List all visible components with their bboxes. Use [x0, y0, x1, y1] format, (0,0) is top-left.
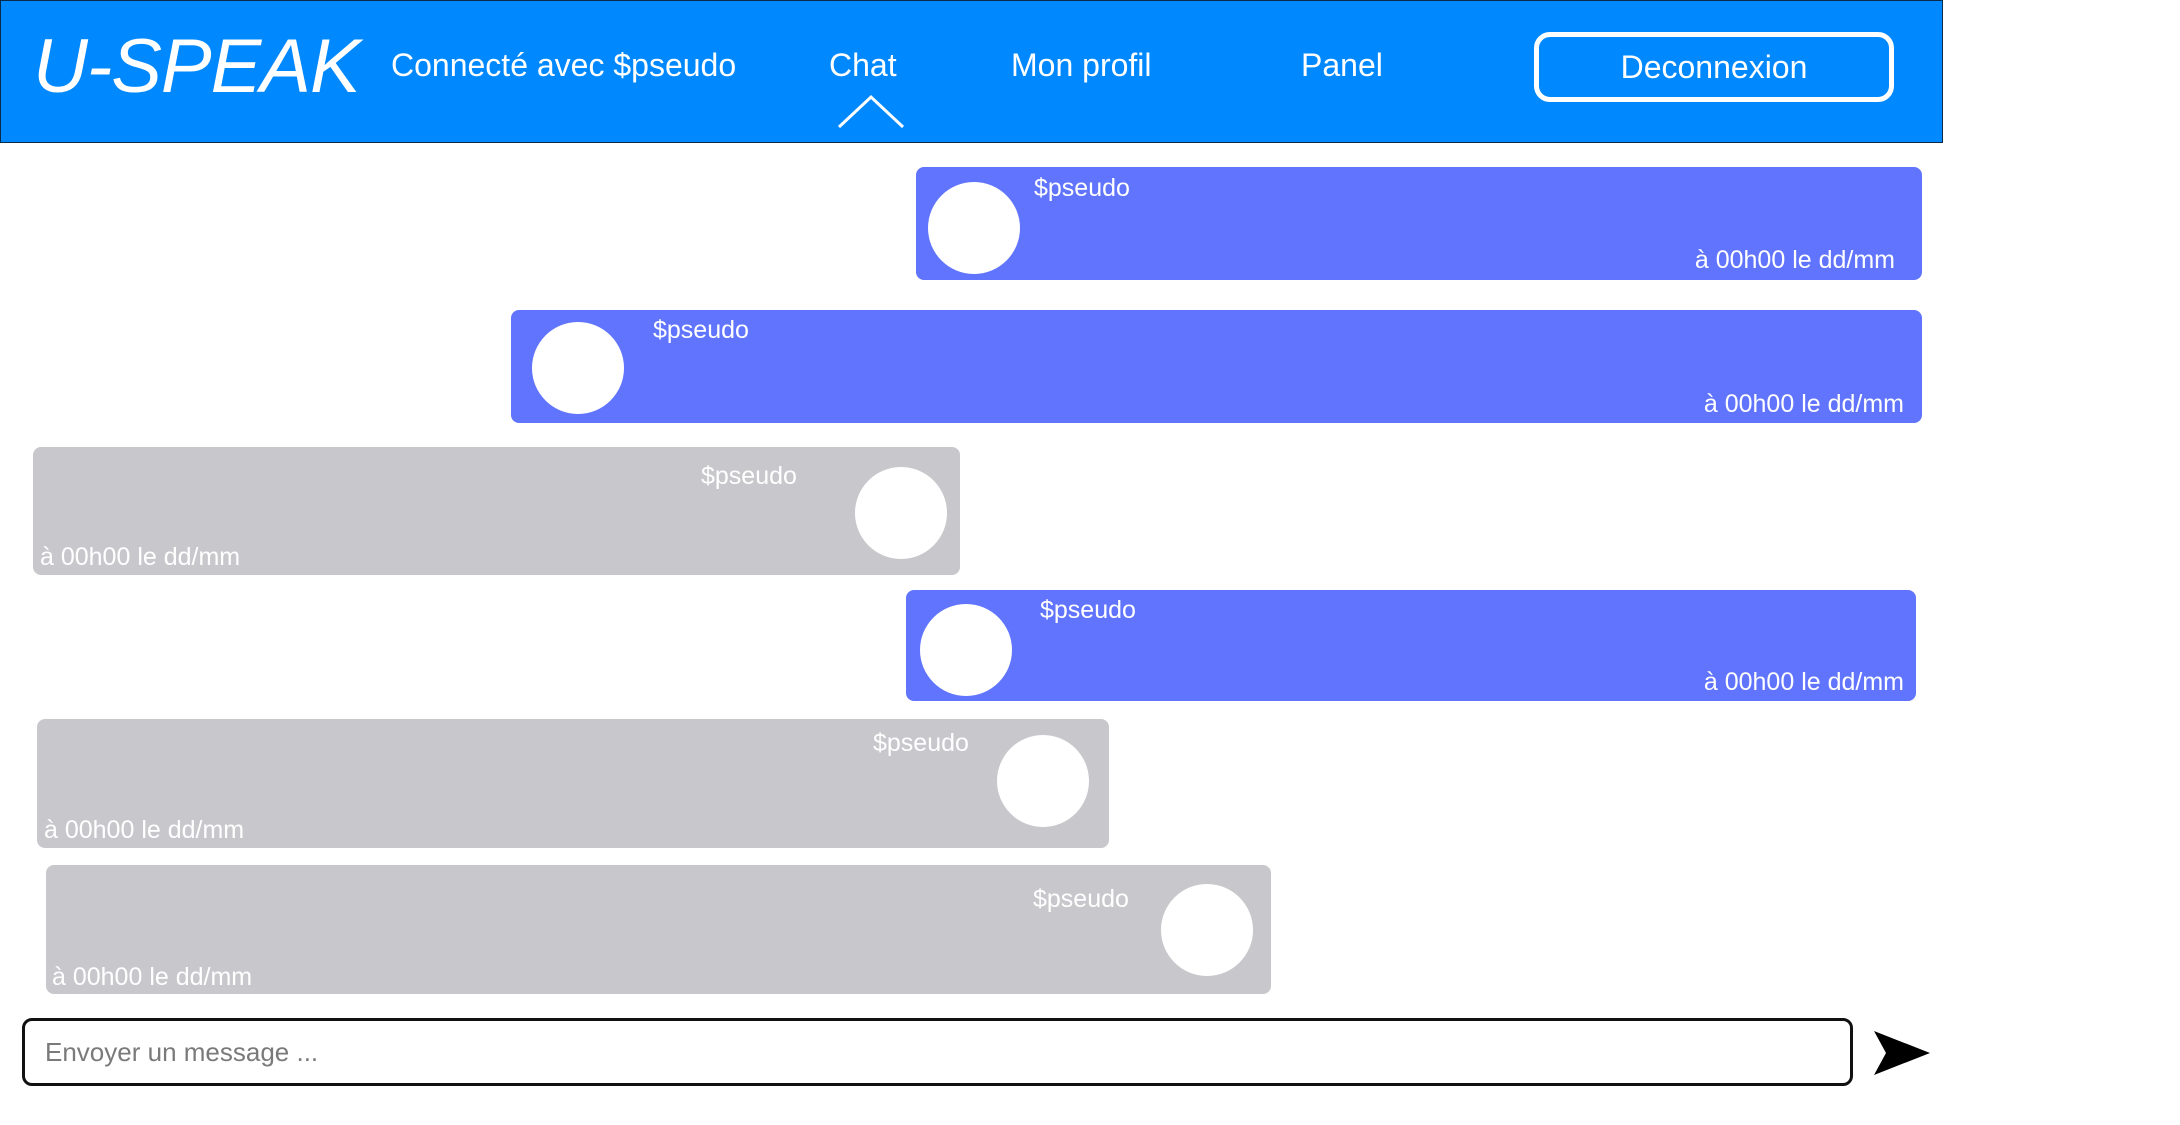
user-avatar[interactable] [997, 735, 1089, 827]
top-navbar: U-SPEAK Connecté avec $pseudo Chat Mon p… [0, 0, 1943, 143]
user-avatar[interactable] [928, 182, 1020, 274]
user-avatar[interactable] [920, 604, 1012, 696]
message-bubble-sent: $pseudo à 00h00 le dd/mm [906, 590, 1916, 701]
send-button[interactable] [1872, 1028, 1932, 1078]
message-timestamp: à 00h00 le dd/mm [1703, 390, 1904, 418]
nav-profile-tab[interactable]: Mon profil [1011, 49, 1152, 81]
connected-user-label: Connecté avec $pseudo [391, 47, 737, 83]
message-bubble-sent: $pseudo à 00h00 le dd/mm [916, 167, 1922, 280]
logout-button[interactable]: Deconnexion [1534, 32, 1894, 102]
send-arrow-icon [1874, 1031, 1930, 1075]
message-bubble-sent: $pseudo à 00h00 le dd/mm [511, 310, 1922, 423]
message-bubble-received: $pseudo à 00h00 le dd/mm [46, 865, 1271, 994]
message-pseudo: $pseudo [1034, 174, 1130, 202]
message-timestamp: à 00h00 le dd/mm [1703, 668, 1904, 696]
message-timestamp: à 00h00 le dd/mm [40, 543, 241, 571]
message-bubble-received: $pseudo à 00h00 le dd/mm [37, 719, 1109, 848]
active-tab-caret-icon [837, 94, 905, 129]
message-input[interactable] [22, 1018, 1853, 1086]
message-bubble-received: $pseudo à 00h00 le dd/mm [33, 447, 960, 575]
user-avatar[interactable] [532, 322, 624, 414]
nav-chat-tab[interactable]: Chat [829, 49, 897, 81]
message-pseudo: $pseudo [1033, 885, 1129, 913]
app-logo[interactable]: U-SPEAK [33, 29, 361, 105]
message-timestamp: à 00h00 le dd/mm [44, 816, 245, 844]
nav-panel-tab[interactable]: Panel [1301, 49, 1383, 81]
message-pseudo: $pseudo [1040, 596, 1136, 624]
user-avatar[interactable] [1161, 884, 1253, 976]
message-pseudo: $pseudo [653, 316, 749, 344]
message-pseudo: $pseudo [701, 462, 797, 490]
chat-page: U-SPEAK Connecté avec $pseudo Chat Mon p… [0, 0, 2180, 1125]
message-pseudo: $pseudo [873, 729, 969, 757]
user-avatar[interactable] [855, 467, 947, 559]
message-timestamp: à 00h00 le dd/mm [52, 963, 253, 991]
message-timestamp: à 00h00 le dd/mm [1694, 246, 1895, 274]
